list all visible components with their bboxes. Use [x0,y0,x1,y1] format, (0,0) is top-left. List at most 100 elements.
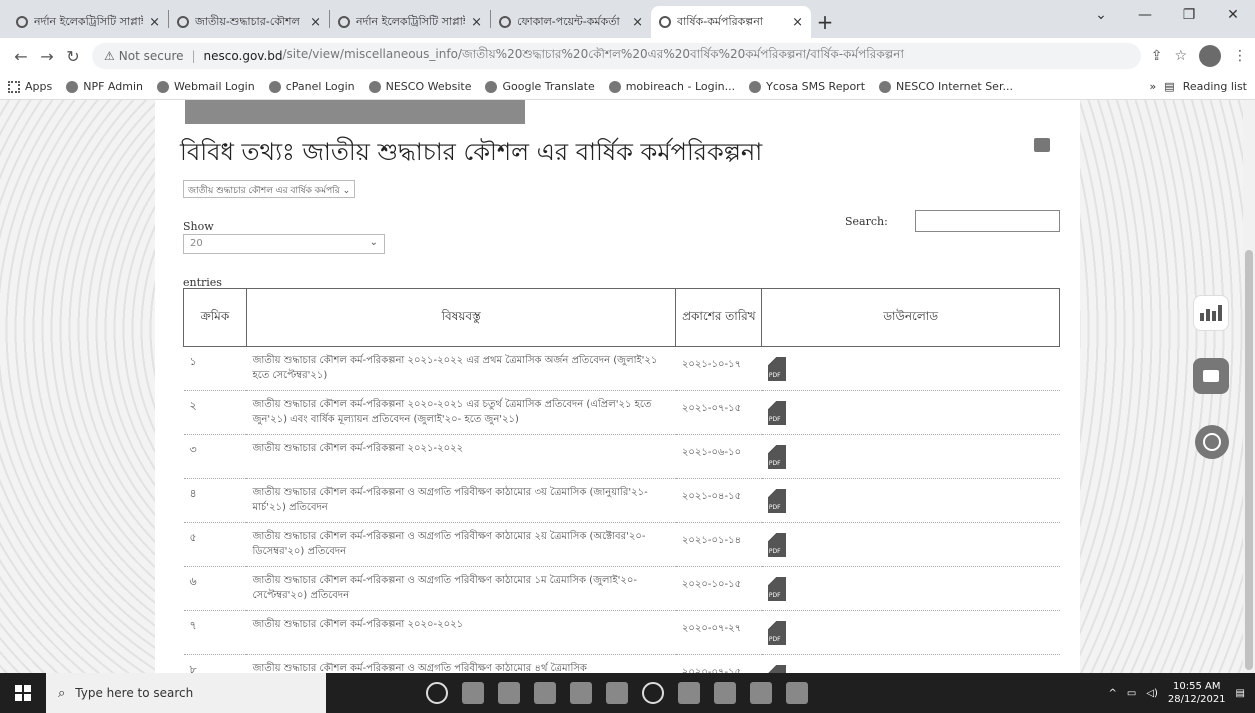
cell-date: ২০২১-০৭-১৫ [675,390,762,435]
bookmark-google-translate[interactable]: Google Translate [485,80,595,93]
bookmark-nesco-internet[interactable]: NESCO Internet Ser... [879,80,1013,93]
cell-download: PDF [761,522,1060,567]
tab-search-icon[interactable]: ⌄ [1079,0,1123,30]
browser-tab-3[interactable]: নর্দান ইলেকট্রিসিটি সাপ্লাই কো × [330,6,490,38]
pdf-icon[interactable]: PDF [767,665,786,673]
search-icon: ⌕ [58,685,66,701]
back-button[interactable]: ← [8,43,34,69]
browser-tab-4[interactable]: ফোকাল-পয়েন্ট-কর্মকর্তা × [491,6,651,38]
cpanel-icon [156,80,169,93]
notifications-icon[interactable]: ▤ [1236,688,1245,699]
browser-tab-1[interactable]: নর্দান ইলেকট্রিসিটি সাপ্লাই কো × [8,6,168,38]
tab-title: নর্দান ইলেকট্রিসিটি সাপ্লাই কো [34,14,143,28]
word-icon[interactable] [786,682,808,704]
close-window-button[interactable]: ✕ [1211,0,1255,30]
new-tab-button[interactable]: + [811,6,839,38]
tab-title: ফোকাল-পয়েন্ট-কর্মকর্তা [517,14,620,28]
page-length-select[interactable]: 20 ⌄ [183,234,385,254]
file-explorer-icon[interactable] [498,682,520,704]
reading-list-icon[interactable]: ▤ [1164,80,1174,93]
network-icon[interactable]: ▭ [1127,688,1136,699]
search-input[interactable] [915,210,1060,232]
chrome-active-icon[interactable] [714,682,736,704]
app-icon[interactable] [678,682,700,704]
close-tab-icon[interactable]: × [632,15,643,30]
network-app-icon[interactable] [606,682,628,704]
pdf-icon[interactable]: PDF [767,357,786,381]
scrollbar-thumb[interactable] [1245,250,1253,670]
pdf-icon[interactable]: PDF [767,577,786,601]
site-favicon-icon [338,16,350,28]
warning-icon[interactable]: ⚠ [104,49,115,63]
pdf-icon[interactable]: PDF [767,445,786,469]
table-row: ৬ জাতীয় শুদ্ধাচার কৌশল কর্ম-পরিকল্পনা ও… [183,566,1060,611]
forward-button[interactable]: → [34,43,60,69]
share-icon[interactable]: ⇪ [1151,48,1163,64]
pdf-icon[interactable]: PDF [767,401,786,425]
window-controls: ⌄ — ❐ ✕ [1079,0,1255,30]
start-button[interactable] [0,673,46,713]
site-favicon-icon [499,16,511,28]
globe-icon [368,80,381,93]
more-bookmarks-button[interactable]: » [1150,80,1157,93]
browser-tab-active[interactable]: বার্ষিক-কর্মপরিকল্পনা × [651,6,811,38]
chrome-icon[interactable] [642,682,664,704]
volume-icon[interactable]: ◁) [1146,688,1158,699]
close-tab-icon[interactable]: × [471,15,482,30]
tray-chevron-icon[interactable]: ^ [1108,688,1116,699]
minimize-button[interactable]: — [1123,0,1167,30]
accessibility-button[interactable] [1195,425,1229,459]
close-tab-icon[interactable]: × [310,15,321,30]
stats-widget-button[interactable] [1193,295,1229,331]
cell-date: ২০২০-০৭-২৭ [675,610,762,655]
pdf-icon[interactable]: PDF [767,489,786,513]
mail-icon[interactable] [534,682,556,704]
clock[interactable]: 10:55 AM 28/12/2021 [1168,680,1226,706]
pdf-icon-label: PDF [768,548,781,555]
task-view-icon[interactable] [462,682,484,704]
taskbar-search[interactable]: ⌕ Type here to search [46,673,326,713]
table-row: ২ জাতীয় শুদ্ধাচার কৌশল কর্ম-পরিকল্পনা ২… [183,390,1060,435]
cortana-icon[interactable] [426,682,448,704]
cell-download: PDF [761,478,1060,523]
category-select[interactable]: জাতীয় শুদ্ধাচার কৌশল এর বার্ষিক কর্মপরি… [183,180,356,198]
address-bar[interactable]: ⚠ Not secure | nesco.gov.bd /site/view/m… [92,43,1141,69]
bookmark-mobireach[interactable]: mobireach - Login... [608,80,736,93]
chat-widget-button[interactable] [1193,358,1229,394]
pdf-icon-label: PDF [768,416,781,423]
pdf-icon[interactable]: PDF [767,533,786,557]
header-subject[interactable]: বিষয়বস্তু [245,288,677,347]
site-favicon-icon [16,16,28,28]
header-download[interactable]: ডাউনলোড [761,288,1060,347]
bookmark-nesco-website[interactable]: NESCO Website [368,80,471,93]
cell-serial: ৪ [183,478,247,523]
bookmark-apps[interactable]: Apps [8,80,52,93]
print-icon[interactable] [1034,138,1050,152]
cell-date: ২০২১-০৪-১৫ [675,478,762,523]
menu-kebab-icon[interactable]: ⋮ [1233,48,1247,64]
close-tab-icon[interactable]: × [149,15,160,30]
chrome-profile-icon[interactable] [750,682,772,704]
browser-tab-2[interactable]: জাতীয়-শুদ্ধাচার-কৌশল × [169,6,329,38]
bookmark-label: mobireach - Login... [625,80,736,93]
bookmark-ycosa[interactable]: Ycosa SMS Report [749,80,865,93]
header-date[interactable]: প্রকাশের তারিখ [675,288,763,347]
reading-list-button[interactable]: Reading list [1183,80,1247,93]
page-scrollbar[interactable] [1243,100,1255,673]
bookmark-star-icon[interactable]: ☆ [1174,48,1187,64]
restore-button[interactable]: ❐ [1167,0,1211,30]
apps-grid-icon [8,80,20,93]
close-tab-icon[interactable]: × [792,15,803,30]
tab-title: জাতীয়-শুদ্ধাচার-কৌশল [195,14,300,28]
pdf-icon[interactable]: PDF [767,621,786,645]
bookmark-webmail[interactable]: Webmail Login [156,80,255,93]
profile-avatar[interactable] [1199,45,1221,67]
header-serial[interactable]: ক্রমিক [183,288,247,347]
cell-date: ২০২০-১০-১৫ [675,566,762,611]
cell-subject: জাতীয় শুদ্ধাচার কৌশল কর্ম-পরিকল্পনা ২০২… [246,610,676,655]
security-app-icon[interactable] [570,682,592,704]
bookmark-cpanel[interactable]: cPanel Login [268,80,355,93]
bookmark-npf-admin[interactable]: NPF Admin [66,80,143,93]
bookmarks-right: » ▤ Reading list [1150,80,1247,93]
reload-button[interactable]: ↻ [60,43,86,69]
